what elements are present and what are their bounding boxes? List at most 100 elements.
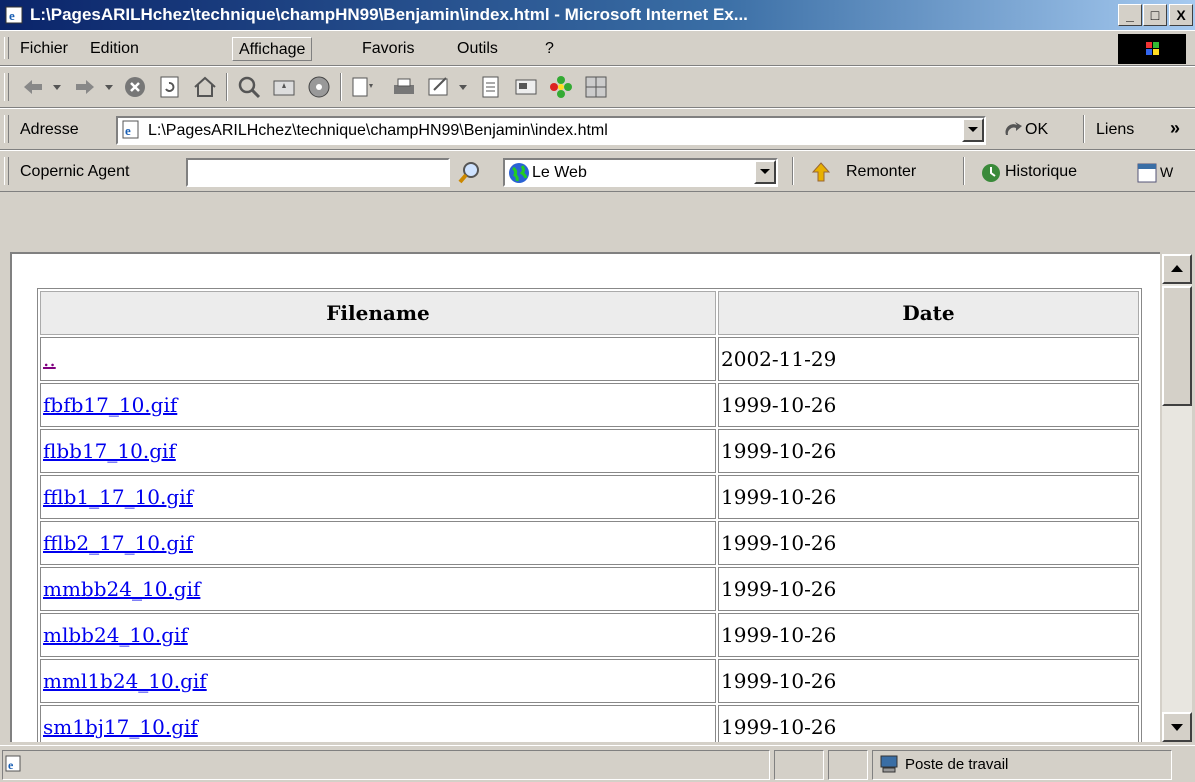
icq-flower-icon[interactable]: [548, 74, 574, 100]
file-link[interactable]: sm1bj17_10.gif: [43, 715, 198, 739]
table-row: sm1bj17_10.gif 1999-10-26: [40, 705, 1139, 742]
file-link[interactable]: fflb2_17_10.gif: [43, 531, 193, 555]
file-link[interactable]: fflb1_17_10.gif: [43, 485, 193, 509]
scroll-down-button[interactable]: [1162, 712, 1192, 742]
date-cell: 1999-10-26: [718, 705, 1139, 742]
address-dropdown[interactable]: [962, 118, 984, 142]
scroll-thumb[interactable]: [1162, 286, 1192, 406]
copernic-search-input[interactable]: [186, 158, 450, 187]
menu-favoris[interactable]: Favoris: [362, 31, 414, 67]
date-cell: 1999-10-26: [718, 475, 1139, 519]
address-label: Adresse: [20, 121, 79, 138]
address-input[interactable]: L:\PagesARILHchez\technique\champHN99\Be…: [148, 118, 608, 143]
toolbar-separator: [226, 73, 228, 101]
scroll-up-button[interactable]: [1162, 254, 1192, 284]
address-grip[interactable]: [4, 115, 9, 143]
file-link[interactable]: mml1b24_10.gif: [43, 669, 207, 693]
globe-icon: [509, 163, 529, 183]
menu-affichage[interactable]: Affichage: [232, 37, 313, 61]
address-field[interactable]: e L:\PagesARILHchez\technique\champHN99\…: [116, 116, 986, 145]
file-link[interactable]: mmbb24_10.gif: [43, 577, 200, 601]
ie-page-icon: e: [5, 6, 23, 24]
windows-logo: [1118, 34, 1186, 64]
magnifier-icon[interactable]: [457, 160, 483, 186]
file-link[interactable]: flbb17_10.gif: [43, 439, 176, 463]
edit-dropdown-icon[interactable]: [456, 74, 470, 100]
history-icon[interactable]: [980, 162, 1002, 184]
date-cell: 1999-10-26: [718, 613, 1139, 657]
address-separator: [1083, 115, 1085, 143]
svg-text:e: e: [8, 758, 14, 772]
mail-icon[interactable]: [350, 74, 376, 100]
historique-button[interactable]: Historique: [1005, 151, 1077, 193]
status-panel: [774, 750, 824, 780]
maximize-button[interactable]: □: [1143, 4, 1167, 26]
home-icon[interactable]: [192, 74, 218, 100]
file-link[interactable]: fbfb17_10.gif: [43, 393, 177, 417]
toolbar-grip[interactable]: [4, 73, 9, 101]
chevron-more-icon[interactable]: »: [1170, 109, 1180, 147]
filename-cell: fflb1_17_10.gif: [40, 475, 716, 519]
media-icon[interactable]: [306, 74, 332, 100]
search-icon[interactable]: [236, 74, 262, 100]
forward-arrow-icon[interactable]: [72, 74, 98, 100]
standard-toolbar: [0, 66, 1195, 108]
address-bar: Adresse e L:\PagesARILHchez\technique\ch…: [0, 108, 1195, 150]
back-dropdown-icon[interactable]: [50, 74, 64, 100]
zone-label: Poste de travail: [905, 756, 1009, 773]
edit-icon[interactable]: [426, 74, 452, 100]
copernic-grip[interactable]: [4, 157, 9, 185]
menu-help[interactable]: ?: [545, 31, 554, 67]
discuss-icon[interactable]: [478, 74, 504, 100]
forward-dropdown-icon[interactable]: [102, 74, 116, 100]
menu-outils[interactable]: Outils: [457, 31, 498, 67]
menu-bar: Fichier Edition Affichage Favoris Outils…: [0, 30, 1195, 66]
stop-icon[interactable]: [122, 74, 148, 100]
truncated-button[interactable]: W: [1160, 151, 1173, 193]
menu-grip[interactable]: [4, 37, 9, 59]
ie-status-icon: e: [5, 755, 21, 772]
menu-edition[interactable]: Edition: [90, 31, 139, 67]
filename-cell: mmbb24_10.gif: [40, 567, 716, 611]
table-row: fbfb17_10.gif 1999-10-26: [40, 383, 1139, 427]
minimize-button[interactable]: _: [1118, 4, 1142, 26]
date-cell: 1999-10-26: [718, 659, 1139, 703]
vertical-scrollbar[interactable]: [1162, 254, 1192, 742]
status-zone-panel: Poste de travail: [872, 750, 1172, 780]
scope-select[interactable]: Le Web: [503, 158, 778, 187]
status-bar: e Poste de travail: [0, 745, 1195, 782]
computer-icon: [880, 755, 898, 773]
status-main-panel: e: [2, 750, 770, 780]
file-link[interactable]: mlbb24_10.gif: [43, 623, 188, 647]
scope-dropdown[interactable]: [754, 160, 776, 184]
filename-cell: mlbb24_10.gif: [40, 613, 716, 657]
window-title: L:\PagesARILHchez\technique\champHN99\Be…: [30, 5, 748, 24]
go-button[interactable]: OK: [1025, 109, 1048, 151]
column-header-filename[interactable]: Filename: [40, 291, 716, 335]
toolbar-separator: [340, 73, 342, 101]
column-header-date[interactable]: Date: [718, 291, 1139, 335]
title-bar[interactable]: e L:\PagesARILHchez\technique\champHN99\…: [0, 0, 1195, 30]
table-row: fflb1_17_10.gif 1999-10-26: [40, 475, 1139, 519]
close-button[interactable]: X: [1169, 4, 1193, 26]
favorites-icon[interactable]: [271, 74, 297, 100]
refresh-icon[interactable]: [157, 74, 183, 100]
date-cell: 1999-10-26: [718, 521, 1139, 565]
menu-fichier[interactable]: Fichier: [20, 31, 68, 67]
copernic-separator: [792, 157, 794, 185]
print-icon[interactable]: [391, 74, 417, 100]
arrow-down-icon: [1171, 724, 1183, 731]
grid-tool-icon[interactable]: [583, 74, 609, 100]
up-arrow-icon[interactable]: [810, 161, 832, 183]
table-row: .. 2002-11-29: [40, 337, 1139, 381]
messenger-icon[interactable]: [513, 74, 539, 100]
date-cell: 1999-10-26: [718, 429, 1139, 473]
remonter-button[interactable]: Remonter: [846, 151, 916, 193]
back-arrow-icon[interactable]: [20, 74, 46, 100]
links-label[interactable]: Liens: [1096, 109, 1134, 151]
parent-directory-link[interactable]: ..: [43, 347, 56, 371]
window-icon[interactable]: [1136, 162, 1158, 184]
go-arrow-icon[interactable]: [1003, 120, 1023, 140]
table-row: fflb2_17_10.gif 1999-10-26: [40, 521, 1139, 565]
status-panel: [828, 750, 868, 780]
